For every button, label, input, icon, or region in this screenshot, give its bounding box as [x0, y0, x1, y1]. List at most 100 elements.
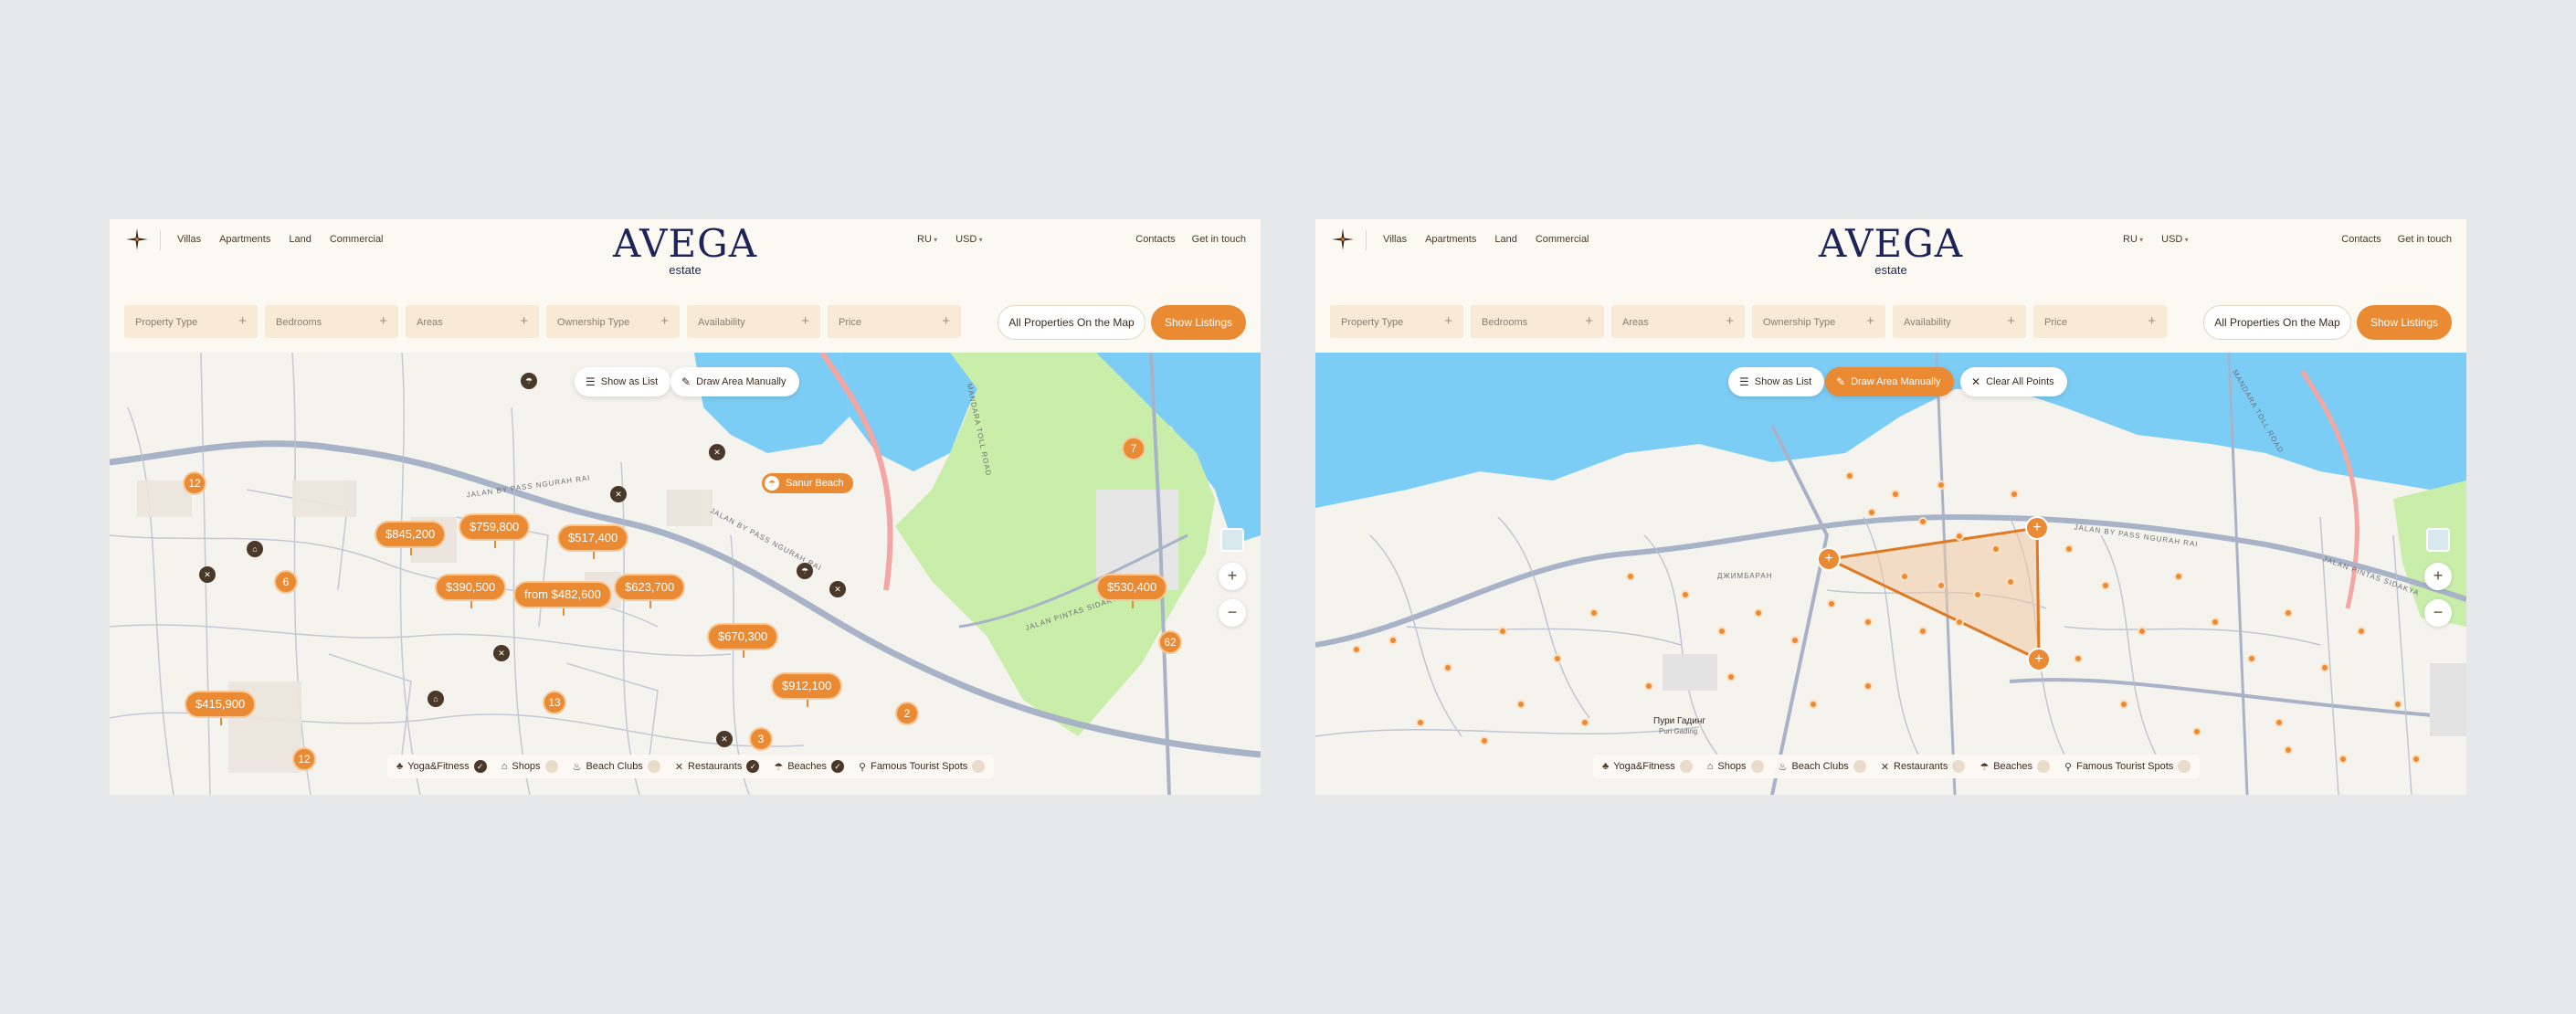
shop-poi-icon[interactable]: ⌂ [428, 691, 444, 707]
filter-areas[interactable]: Areas + [406, 305, 539, 338]
property-dot-marker[interactable] [2074, 654, 2083, 663]
nav-commercial[interactable]: Commercial [330, 234, 384, 245]
get-in-touch-link[interactable]: Get in touch [2398, 234, 2452, 245]
nav-land[interactable]: Land [1494, 234, 1516, 245]
property-dot-marker[interactable] [2412, 755, 2421, 764]
property-dot-marker[interactable] [2192, 727, 2201, 736]
language-dropdown[interactable]: RU [2123, 234, 2143, 245]
contacts-link[interactable]: Contacts [1135, 234, 1175, 245]
property-dot-marker[interactable] [2006, 577, 2015, 586]
property-dot-marker[interactable] [1827, 599, 1836, 608]
show-listings-button[interactable]: Show Listings [1151, 305, 1246, 340]
property-dot-marker[interactable] [1900, 572, 1909, 581]
property-dot-marker[interactable] [2138, 627, 2147, 636]
nav-commercial[interactable]: Commercial [1536, 234, 1589, 245]
property-dot-marker[interactable] [2393, 700, 2402, 709]
currency-dropdown[interactable]: USD [2161, 234, 2188, 245]
legend-yoga-fitness[interactable]: ♣Yoga&Fitness✓ [396, 760, 487, 773]
price-marker[interactable]: from $482,600 [513, 581, 612, 616]
checkbox-unchecked[interactable]: ✓ [1750, 760, 1764, 773]
legend-tourist-spots[interactable]: ⚲Famous Tourist Spots✓ [859, 760, 986, 773]
legend-yoga-fitness[interactable]: ♣Yoga&Fitness✓ [1602, 760, 1693, 773]
price-marker[interactable]: $517,400 [557, 524, 629, 559]
property-dot-marker[interactable] [1863, 618, 1873, 627]
nav-apartments[interactable]: Apartments [219, 234, 270, 245]
property-dot-marker[interactable] [2247, 654, 2256, 663]
polygon-vertex-handle[interactable]: + [2027, 648, 2051, 671]
price-marker[interactable]: $670,300 [707, 623, 779, 658]
checkbox-unchecked[interactable]: ✓ [2037, 760, 2051, 773]
show-listings-button[interactable]: Show Listings [2357, 305, 2452, 340]
property-dot-marker[interactable] [2211, 618, 2220, 627]
filter-price[interactable]: Price + [828, 305, 961, 338]
property-dot-marker[interactable] [2119, 700, 2128, 709]
property-dot-marker[interactable] [1480, 736, 1489, 745]
price-marker[interactable]: $623,700 [614, 574, 686, 608]
legend-shops[interactable]: ⌂Shops✓ [1707, 760, 1764, 773]
price-marker[interactable]: $912,100 [771, 672, 843, 707]
property-dot-marker[interactable] [1580, 718, 1589, 727]
price-marker[interactable]: $390,500 [435, 574, 507, 608]
legend-tourist-spots[interactable]: ⚲Famous Tourist Spots✓ [2064, 760, 2191, 773]
restaurant-poi-icon[interactable]: ✕ [829, 581, 846, 597]
legend-beach-clubs[interactable]: ♨Beach Clubs✓ [1779, 760, 1866, 773]
contacts-link[interactable]: Contacts [2341, 234, 2381, 245]
cluster-marker[interactable]: 3 [749, 727, 773, 751]
beach-poi-icon[interactable]: ☂ [521, 373, 537, 389]
currency-dropdown[interactable]: USD [955, 234, 982, 245]
legend-beach-clubs[interactable]: ♨Beach Clubs✓ [573, 760, 660, 773]
legend-beaches[interactable]: ☂Beaches ✓ [1980, 760, 2051, 773]
sanur-beach-label[interactable]: ☂ Sanur Beach [762, 473, 853, 493]
all-properties-button[interactable]: All Properties On the Map [2203, 305, 2351, 340]
property-dot-marker[interactable] [2338, 755, 2348, 764]
checkbox-unchecked[interactable]: ✓ [1679, 760, 1693, 773]
logo[interactable]: AVEGA estate [603, 223, 767, 287]
cluster-marker[interactable]: 13 [543, 691, 566, 714]
compass-star-icon[interactable] [1332, 228, 1354, 250]
property-dot-marker[interactable] [1443, 663, 1452, 672]
draw-area-button-active[interactable]: ✎ Draw Area Manually [1825, 367, 1954, 396]
property-dot-marker[interactable] [2275, 718, 2284, 727]
property-dot-marker[interactable] [1681, 590, 1690, 599]
logo[interactable]: AVEGA estate [1809, 223, 1973, 287]
get-in-touch-link[interactable]: Get in touch [1192, 234, 1246, 245]
filter-bedrooms[interactable]: Bedrooms + [1471, 305, 1604, 338]
nav-villas[interactable]: Villas [1383, 234, 1407, 245]
property-dot-marker[interactable] [1589, 608, 1599, 618]
property-dot-marker[interactable] [1955, 618, 1964, 627]
map-layer-toggle[interactable] [1220, 528, 1244, 552]
property-dot-marker[interactable] [1388, 636, 1398, 645]
zoom-out-button[interactable]: − [1219, 599, 1246, 627]
property-dot-marker[interactable] [1498, 627, 1507, 636]
clear-all-points-button[interactable]: ✕ Clear All Points [1960, 367, 2067, 396]
filter-availability[interactable]: Availability + [687, 305, 820, 338]
property-dot-marker[interactable] [1973, 590, 1982, 599]
price-marker[interactable]: $845,200 [375, 521, 447, 555]
property-dot-marker[interactable] [1809, 700, 1818, 709]
legend-shops[interactable]: ⌂Shops✓ [501, 760, 558, 773]
legend-restaurants[interactable]: ✕Restaurants✓ [1881, 760, 1966, 773]
draw-area-button[interactable]: ✎ Draw Area Manually [670, 367, 799, 396]
shop-poi-icon[interactable]: ⌂ [247, 541, 263, 557]
property-dot-marker[interactable] [1918, 627, 1927, 636]
filter-price[interactable]: Price + [2033, 305, 2167, 338]
property-dot-marker[interactable] [1937, 581, 1946, 590]
property-dot-marker[interactable] [1790, 636, 1800, 645]
polygon-vertex-handle[interactable]: + [1817, 547, 1841, 571]
filter-ownership-type[interactable]: Ownership Type + [546, 305, 680, 338]
property-dot-marker[interactable] [1863, 681, 1873, 691]
property-dot-marker[interactable] [1717, 627, 1726, 636]
nav-villas[interactable]: Villas [177, 234, 201, 245]
price-marker[interactable]: $530,400 [1096, 574, 1168, 608]
restaurant-poi-icon[interactable]: ✕ [610, 486, 627, 502]
filter-availability[interactable]: Availability + [1893, 305, 2026, 338]
nav-land[interactable]: Land [289, 234, 311, 245]
checkbox-unchecked[interactable]: ✓ [1853, 760, 1866, 773]
property-dot-marker[interactable] [1955, 532, 1964, 541]
property-dot-marker[interactable] [1991, 544, 2001, 554]
legend-restaurants[interactable]: ✕Restaurants✓ [675, 760, 760, 773]
show-as-list-button[interactable]: ☰ Show as List [1728, 367, 1825, 396]
property-dot-marker[interactable] [1891, 490, 1900, 499]
polygon-vertex-handle[interactable]: + [2025, 516, 2049, 540]
property-dot-marker[interactable] [2101, 581, 2110, 590]
